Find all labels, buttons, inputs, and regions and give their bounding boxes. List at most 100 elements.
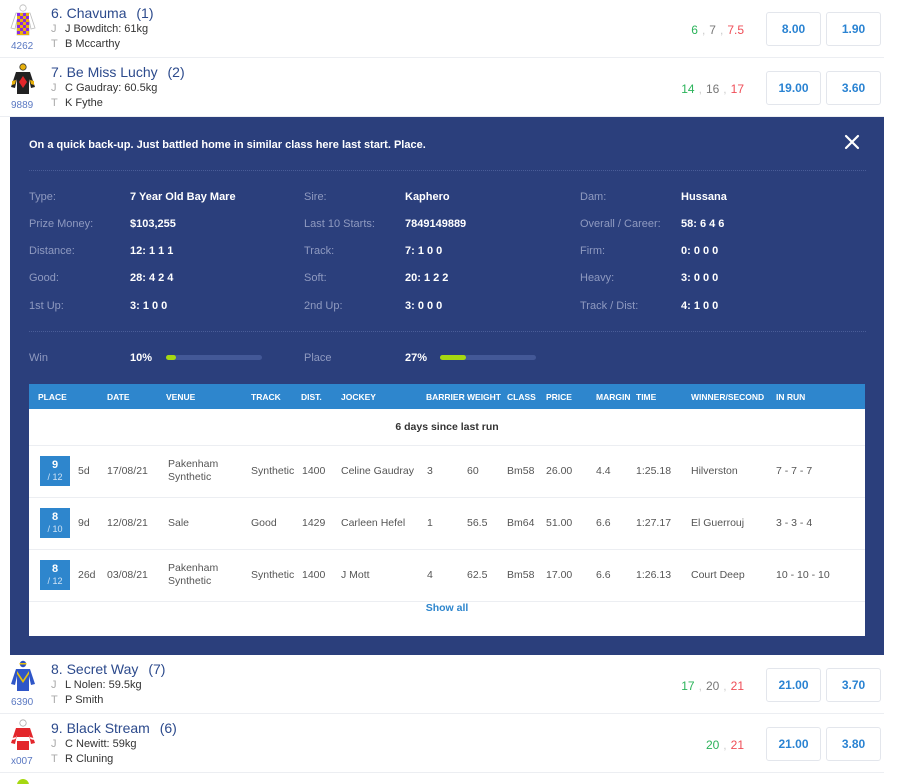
stat-value: 58: 6 4 6 xyxy=(681,218,725,230)
price-flucs: 14, 16, 17 xyxy=(681,82,744,96)
stat-value: 3: 0 0 0 xyxy=(681,272,719,284)
venue-line: Pakenham xyxy=(168,458,219,470)
stat-label: Overall / Career: xyxy=(580,218,661,230)
runner-name-link[interactable]: 9. Black Stream (6) xyxy=(51,720,177,736)
cell-track: Synthetic xyxy=(251,569,295,581)
stat-label: 1st Up: xyxy=(29,300,64,312)
stat-value: 28: 4 2 4 xyxy=(130,272,174,284)
cell-margin: 4.4 xyxy=(596,465,611,477)
win-odds-button[interactable]: 21.00 xyxy=(766,668,821,702)
cell-time: 1:27.17 xyxy=(636,517,672,529)
cell-price: 17.00 xyxy=(546,569,573,581)
cell-weight: 60 xyxy=(467,465,479,477)
trainer-line: T P Smith xyxy=(51,694,103,706)
stat-value: Hussana xyxy=(681,191,727,203)
win-odds-button[interactable]: 8.00 xyxy=(766,12,821,46)
stat-value: Kaphero xyxy=(405,191,450,203)
cell-track: Synthetic xyxy=(251,465,295,477)
place-label: Place xyxy=(304,352,332,364)
cell-dist: 1429 xyxy=(302,517,326,529)
close-icon[interactable] xyxy=(842,132,862,152)
form-row[interactable]: 8/ 10 9d 12/08/21 Sale Good 1429 Carleen Hefel… xyxy=(29,498,865,550)
price-flucs: 17, 20, 21 xyxy=(681,679,744,693)
runner-row[interactable]: x007 9. Black Stream (6) J C Newitt: 59kg… xyxy=(0,715,884,773)
stat-value: 7 Year Old Bay Mare xyxy=(130,191,236,203)
fluc-current: 7.5 xyxy=(727,23,744,37)
fluc-mid: 16 xyxy=(705,82,720,96)
runner-barrier: (1) xyxy=(136,5,154,21)
cell-dist: 1400 xyxy=(302,465,326,477)
place-badge: 8/ 10 xyxy=(40,508,70,538)
cell-weight: 62.5 xyxy=(467,569,488,581)
days-since-last-run: 6 days since last run xyxy=(29,409,865,446)
show-all-link[interactable]: Show all xyxy=(29,602,865,614)
divider xyxy=(29,170,866,171)
venue-line: Pakenham xyxy=(168,562,219,574)
cell-barrier: 1 xyxy=(427,517,433,529)
form-row[interactable]: 9/ 12 5d 17/08/21 Pakenham Synthetic Syntheti… xyxy=(29,446,865,498)
runner-number: 7. xyxy=(51,64,63,80)
stat-value: 4: 1 0 0 xyxy=(681,300,719,312)
runner-row[interactable]: 9889 7. Be Miss Luchy (2) J C Gaudray: 60… xyxy=(0,59,884,117)
runner-name: Black Stream xyxy=(66,720,150,736)
jockey-prefix: J xyxy=(51,82,57,94)
place-odds-button[interactable]: 3.80 xyxy=(826,727,881,761)
cell-venue: Sale xyxy=(168,517,189,530)
cell-date: 03/08/21 xyxy=(107,569,148,581)
black-red-diamond-silk-icon xyxy=(10,63,36,95)
trainer-info: P Smith xyxy=(65,694,104,706)
place-odds-button[interactable]: 3.70 xyxy=(826,668,881,702)
runner-name-link[interactable]: 7. Be Miss Luchy (2) xyxy=(51,64,185,80)
trainer-line: T B Mccarthy xyxy=(51,38,120,50)
divider xyxy=(29,331,866,332)
runner-code: 4262 xyxy=(11,41,34,52)
win-label: Win xyxy=(29,352,48,364)
place-percent: 27% xyxy=(405,352,428,364)
jockey-info: C Gaudray: 60.5kg xyxy=(65,82,158,94)
finish-position: 9 xyxy=(51,459,59,471)
fluc-open: 6 xyxy=(691,23,698,37)
runner-row[interactable]: 6390 8. Secret Way (7) JL Nolen: 59.5kg … xyxy=(0,656,884,714)
place-odds-button[interactable]: 3.60 xyxy=(826,71,881,105)
stat-value: 7849149889 xyxy=(405,218,467,230)
runner-row[interactable]: 4262 6. Chavuma (1) J J Bowditch: 61kg TB… xyxy=(0,0,884,58)
runner-number: 8. xyxy=(51,661,63,677)
field-size: / 12 xyxy=(47,472,63,482)
win-odds-button[interactable]: 19.00 xyxy=(766,71,821,105)
cell-days: 5d xyxy=(78,465,90,477)
form-row[interactable]: 8/ 12 26d 03/08/21 Pakenham Synthetic Synthet… xyxy=(29,550,865,602)
stat-label: Good: xyxy=(29,272,59,284)
venue-line: Synthetic xyxy=(168,471,212,483)
stat-label: Last 10 Starts: xyxy=(304,218,375,230)
runner-comment: On a quick back-up. Just battled home in… xyxy=(29,139,426,151)
stat-label: Heavy: xyxy=(580,272,615,284)
col-in-run: IN RUN xyxy=(776,392,806,402)
jockey-prefix: J xyxy=(51,23,57,35)
form-table: PLACE DATE VENUE TRACK DIST. JOCKEY BARR… xyxy=(29,384,865,636)
price-flucs: 6, 7, 7.5 xyxy=(691,23,744,37)
place-progress-bar xyxy=(440,355,536,360)
form-table-header: PLACE DATE VENUE TRACK DIST. JOCKEY BARR… xyxy=(29,384,865,409)
stat-value: 20: 1 2 2 xyxy=(405,272,449,284)
place-badge: 9/ 12 xyxy=(40,456,70,486)
stat-label: Firm: xyxy=(580,245,606,257)
stat-label: Sire: xyxy=(304,191,327,203)
win-odds-button[interactable]: 21.00 xyxy=(766,727,821,761)
cell-in-run: 3 - 3 - 4 xyxy=(776,517,813,529)
col-price: PRICE xyxy=(546,392,572,402)
jockey-info: L Nolen: 59.5kg xyxy=(65,679,142,691)
stat-value: 3: 0 0 0 xyxy=(405,300,443,312)
trainer-info: B Mccarthy xyxy=(65,38,121,50)
cell-barrier: 3 xyxy=(427,465,433,477)
trainer-prefix: T xyxy=(51,38,58,50)
fluc-current: 17 xyxy=(730,82,744,96)
fluc-open: 17 xyxy=(681,679,695,693)
runner-name-link[interactable]: 8. Secret Way (7) xyxy=(51,661,165,677)
col-place: PLACE xyxy=(38,392,67,402)
venue-line: Sale xyxy=(168,517,190,529)
cell-venue: Pakenham Synthetic xyxy=(168,458,218,484)
place-odds-button[interactable]: 1.90 xyxy=(826,12,881,46)
cell-class: Bm58 xyxy=(507,465,535,477)
col-date: DATE xyxy=(107,392,130,402)
runner-name-link[interactable]: 6. Chavuma (1) xyxy=(51,5,154,21)
